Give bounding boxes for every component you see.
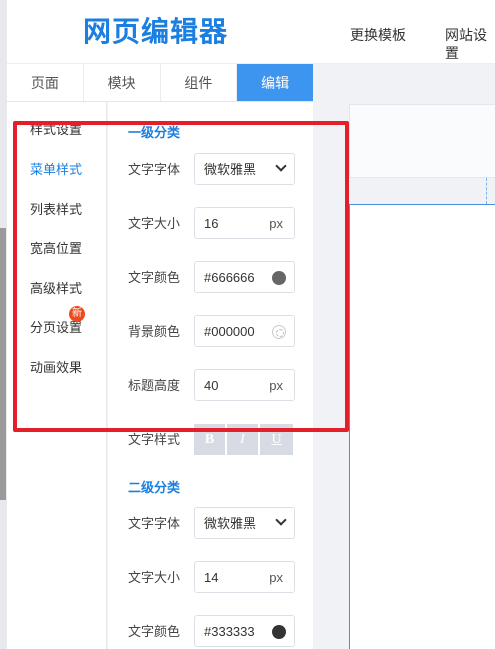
text-color-value: #666666 xyxy=(204,270,255,285)
title-height-input[interactable]: 40 px xyxy=(194,369,295,401)
chevron-down-icon xyxy=(275,160,287,172)
left-edge-scroll xyxy=(0,228,6,500)
label-font-family: 文字字体 xyxy=(128,162,181,177)
tab-components[interactable]: 组件 xyxy=(161,64,238,101)
left-edge-strip xyxy=(0,0,7,649)
empty-color-swatch-icon[interactable] xyxy=(272,325,286,339)
nav-site-settings[interactable]: 网站设置 xyxy=(445,26,495,62)
label-font-size: 文字大小 xyxy=(128,216,181,231)
top-header: 网页编辑器 更换模板 网站设置 xyxy=(7,0,495,64)
underline-button[interactable]: U xyxy=(260,424,293,455)
title-height-value: 40 xyxy=(204,378,219,393)
font-family-value-2: 微软雅黑 xyxy=(204,516,257,531)
nav-change-template[interactable]: 更换模板 xyxy=(350,26,406,44)
panel-tabs: 页面 模块 组件 编辑 xyxy=(7,64,313,102)
canvas-guide-line xyxy=(486,178,487,204)
font-family-value: 微软雅黑 xyxy=(204,162,257,177)
font-size-value: 16 xyxy=(204,216,219,231)
italic-button[interactable]: I xyxy=(227,424,260,455)
sidebar-item-menu-style[interactable]: 菜单样式 xyxy=(30,161,82,179)
chevron-down-icon xyxy=(275,514,287,526)
sidebar-item-animation[interactable]: 动画效果 xyxy=(30,359,82,377)
font-size-input[interactable]: 16 px xyxy=(194,207,295,239)
font-size-input-2[interactable]: 14 px xyxy=(194,561,295,593)
settings-sidebar: 样式设置 菜单样式 列表样式 宽高位置 高级样式 分页设置 动画效果 xyxy=(7,102,107,649)
label-bg-color: 背景颜色 xyxy=(128,324,181,339)
text-color-value-2: #333333 xyxy=(204,624,255,639)
text-style-buttons: B I U xyxy=(194,424,293,455)
label-text-style: 文字样式 xyxy=(128,432,181,447)
font-family-select[interactable]: 微软雅黑 xyxy=(194,153,295,185)
title-height-unit: px xyxy=(269,378,283,393)
font-family-select-2[interactable]: 微软雅黑 xyxy=(194,507,295,539)
canvas-page[interactable] xyxy=(349,204,495,649)
property-panel: 一级分类 文字字体 微软雅黑 文字大小 16 px 文字颜色 #666666 背… xyxy=(108,102,313,649)
font-size-unit-2: px xyxy=(269,570,283,585)
font-size-unit: px xyxy=(269,216,283,231)
sidebar-item-size-position[interactable]: 宽高位置 xyxy=(30,240,82,258)
sidebar-item-list-style[interactable]: 列表样式 xyxy=(30,201,82,219)
sidebar-item-style-settings[interactable]: 样式设置 xyxy=(30,121,82,139)
new-badge: 新 xyxy=(69,306,85,322)
canvas-header-region[interactable] xyxy=(349,104,495,178)
tab-modules[interactable]: 模块 xyxy=(84,64,161,101)
label-title-height: 标题高度 xyxy=(128,378,181,393)
bg-color-input[interactable]: #000000 xyxy=(194,315,295,347)
label-font-family-2: 文字字体 xyxy=(128,516,181,531)
sidebar-item-advanced-style[interactable]: 高级样式 xyxy=(30,280,82,298)
color-swatch-icon[interactable] xyxy=(272,625,286,639)
tab-edit[interactable]: 编辑 xyxy=(237,64,313,101)
label-text-color-2: 文字颜色 xyxy=(128,624,181,639)
tab-pages[interactable]: 页面 xyxy=(7,64,84,101)
color-swatch-icon[interactable] xyxy=(272,271,286,285)
app-logo: 网页编辑器 xyxy=(83,15,229,48)
bg-color-value: #000000 xyxy=(204,324,255,339)
section-title-level1: 一级分类 xyxy=(128,125,181,140)
label-text-color: 文字颜色 xyxy=(128,270,181,285)
label-font-size-2: 文字大小 xyxy=(128,570,181,585)
text-color-input-2[interactable]: #333333 xyxy=(194,615,295,647)
section-title-level2: 二级分类 xyxy=(128,480,181,495)
bold-button[interactable]: B xyxy=(194,424,227,455)
font-size-value-2: 14 xyxy=(204,570,219,585)
text-color-input[interactable]: #666666 xyxy=(194,261,295,293)
